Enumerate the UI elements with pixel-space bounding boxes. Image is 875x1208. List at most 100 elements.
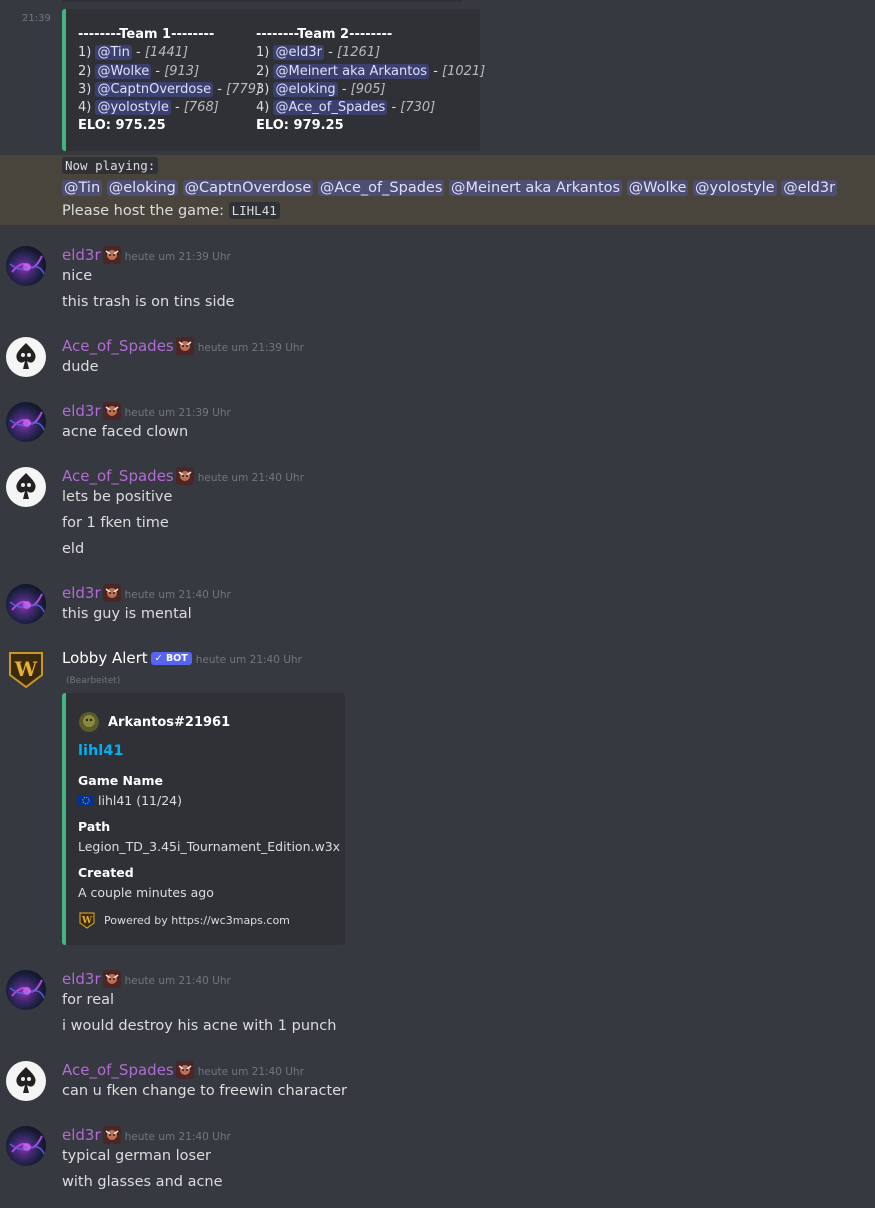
team1-player-row: 1) @Tin - [1441]: [78, 45, 189, 61]
player-number: 3): [256, 81, 270, 97]
message-text: eld: [62, 541, 85, 557]
player-mention[interactable]: @Tin: [95, 45, 132, 61]
field-name: Game Name: [78, 773, 163, 788]
wc3maps-logo-icon: W: [79, 912, 95, 929]
player-rating: [913]: [164, 63, 200, 79]
teams-embed: --------Team 1-------- 1) @Tin - [1441] …: [62, 9, 485, 151]
bot-badge: ✓ BOT: [150, 652, 192, 665]
field-value: A couple minutes ago: [78, 885, 214, 900]
player-rating: [1021]: [442, 63, 486, 79]
avatar[interactable]: [6, 584, 46, 624]
message-text: lets be positive: [62, 489, 173, 505]
team2-elo: ELO: 979.25: [256, 118, 344, 134]
team1-header: --------Team 1--------: [78, 27, 215, 42]
timestamp: heute um 21:40 Uhr: [124, 975, 231, 987]
avatar[interactable]: W: [6, 649, 46, 689]
mention-yolostyle[interactable]: @yolostyle: [692, 180, 777, 196]
mention-eloking[interactable]: @eloking: [106, 180, 178, 196]
username[interactable]: eld3r: [62, 402, 101, 420]
embed-author: Arkantos#21961: [78, 711, 230, 733]
avatar[interactable]: [6, 467, 46, 507]
message-timestamp: 21:39: [22, 13, 51, 24]
message-text: with glasses and acne: [62, 1174, 223, 1190]
player-number: 1): [256, 45, 270, 61]
username[interactable]: Ace_of_Spades: [62, 1061, 174, 1079]
username[interactable]: eld3r: [62, 584, 101, 602]
team2-column: --------Team 2-------- 1) @eld3r - [1261…: [256, 26, 485, 136]
nebula-avatar-icon: [9, 593, 45, 613]
host-line: Please host the game: LIHL41: [62, 202, 280, 219]
player-mention[interactable]: @Ace_of_Spades: [273, 100, 388, 116]
nebula-avatar-icon: [9, 979, 45, 999]
field-name: Created: [78, 865, 134, 880]
player-mention[interactable]: @Wolke: [95, 63, 152, 79]
player-mention[interactable]: @eld3r: [273, 45, 324, 61]
embed-author-name: Arkantos#21961: [108, 714, 231, 730]
message-header: eld3r heute um 21:39 Uhr: [62, 246, 231, 264]
team1-player-row: 4) @yolostyle - [768]: [78, 100, 219, 116]
role-icon: [175, 467, 194, 485]
embed-title-link[interactable]: lihl41: [78, 743, 123, 759]
lobby-embed: Arkantos#21961 lihl41 Game Name lihl41 (…: [62, 693, 345, 945]
role-icon: [102, 402, 121, 420]
username[interactable]: eld3r: [62, 970, 101, 988]
nebula-avatar-icon: [9, 1135, 45, 1155]
timestamp: heute um 21:39 Uhr: [197, 342, 304, 354]
timestamp: heute um 21:40 Uhr: [124, 1131, 231, 1143]
player-number: 3): [78, 81, 92, 97]
player-mention[interactable]: @eloking: [273, 81, 338, 97]
username[interactable]: eld3r: [62, 1126, 101, 1144]
player-rating: [905]: [350, 81, 386, 97]
message-header: eld3r heute um 21:39 Uhr: [62, 402, 231, 420]
team2-header: --------Team 2--------: [256, 27, 393, 42]
message-text: this guy is mental: [62, 606, 192, 622]
mention-wolke[interactable]: @Wolke: [626, 180, 689, 196]
message-header: Ace_of_Spades heute um 21:40 Uhr: [62, 1061, 304, 1079]
role-icon: [102, 584, 121, 602]
message-header: eld3r heute um 21:40 Uhr: [62, 1126, 231, 1144]
message-text: acne faced clown: [62, 424, 189, 440]
avatar[interactable]: [6, 1126, 46, 1166]
previous-message-edge: [62, 0, 462, 2]
skull-spade-icon: [16, 343, 36, 369]
username[interactable]: Ace_of_Spades: [62, 337, 174, 355]
mention-highlight-message: Now playing: @Tin @eloking @CaptnOverdos…: [0, 155, 875, 225]
timestamp: heute um 21:39 Uhr: [124, 251, 231, 263]
player-mention[interactable]: @Meinert aka Arkantos: [273, 63, 430, 79]
player-rating: [768]: [183, 100, 219, 116]
role-icon: [175, 1061, 194, 1079]
mention-captnoverdose[interactable]: @CaptnOverdose: [182, 180, 314, 196]
host-code: LIHL41: [228, 202, 280, 219]
player-number: 4): [78, 100, 92, 116]
timestamp: heute um 21:40 Uhr: [197, 1066, 304, 1078]
avatar[interactable]: [6, 337, 46, 377]
player-mention[interactable]: @CaptnOverdose: [95, 81, 214, 97]
username[interactable]: eld3r: [62, 246, 101, 264]
username[interactable]: Lobby Alert: [62, 649, 148, 667]
team1-elo: ELO: 975.25: [78, 118, 166, 134]
team2-player-row: 4) @Ace_of_Spades - [730]: [256, 100, 436, 116]
now-playing-code: Now playing:: [62, 157, 159, 174]
now-playing-mentions: @Tin @eloking @CaptnOverdose @Ace_of_Spa…: [62, 180, 838, 196]
nebula-avatar-icon: [9, 255, 45, 275]
mention-meinert[interactable]: @Meinert aka Arkantos: [449, 180, 623, 196]
mention-tin[interactable]: @Tin: [62, 180, 103, 196]
mention-eld3r[interactable]: @eld3r: [781, 180, 838, 196]
nebula-avatar-icon: [9, 411, 45, 431]
team1-column: --------Team 1-------- 1) @Tin - [1441] …: [78, 26, 261, 136]
player-number: 2): [256, 63, 270, 79]
timestamp: heute um 21:39 Uhr: [124, 407, 231, 419]
role-icon: [175, 337, 194, 355]
skull-spade-icon: [16, 473, 36, 499]
player-mention[interactable]: @yolostyle: [95, 100, 171, 116]
player-rating: [1261]: [336, 45, 381, 61]
username[interactable]: Ace_of_Spades: [62, 467, 174, 485]
avatar[interactable]: [6, 246, 46, 286]
mention-ace-of-spades[interactable]: @Ace_of_Spades: [317, 180, 445, 196]
avatar[interactable]: [6, 402, 46, 442]
avatar[interactable]: [6, 970, 46, 1010]
message-header: Ace_of_Spades heute um 21:39 Uhr: [62, 337, 304, 355]
host-text: Please host the game:: [62, 203, 224, 219]
team2-player-row: 2) @Meinert aka Arkantos - [1021]: [256, 63, 486, 79]
avatar[interactable]: [6, 1061, 46, 1101]
